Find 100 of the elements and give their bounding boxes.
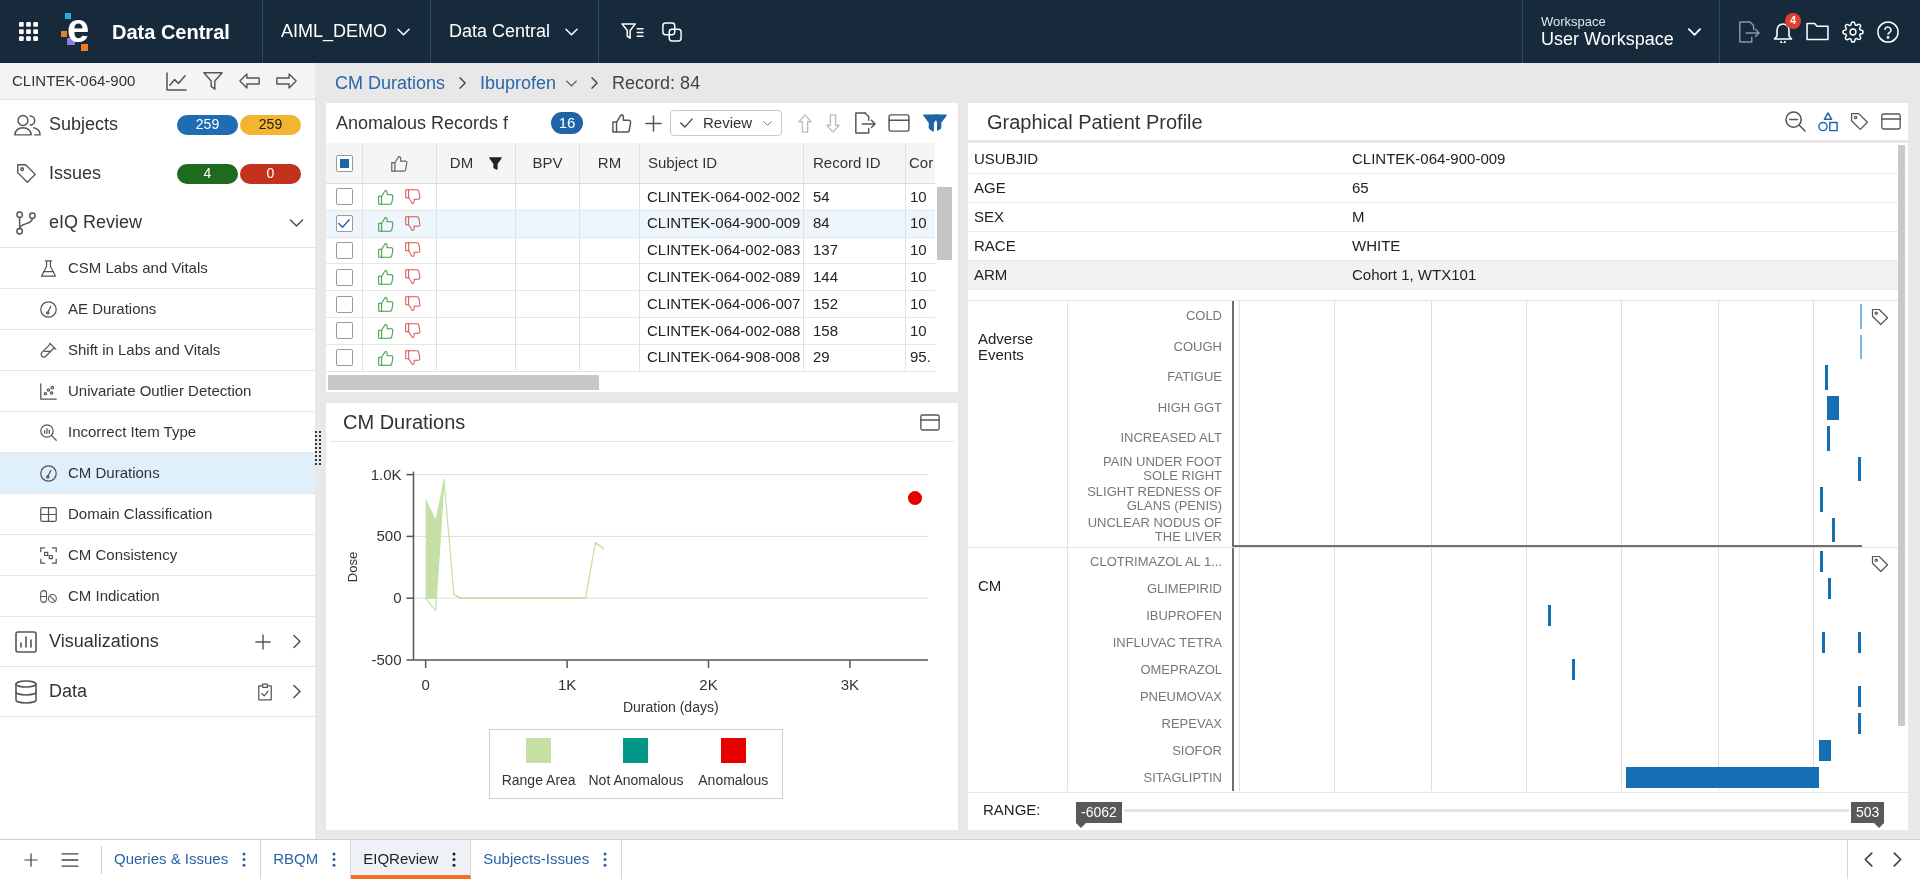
row-checkbox[interactable] (335, 242, 353, 259)
more-icon[interactable] (603, 852, 608, 867)
table-row[interactable]: CLINTEK-064-002-088 158 10 (326, 318, 935, 345)
thumbs-up-icon[interactable] (378, 296, 394, 313)
thumbs-up-icon[interactable] (378, 269, 394, 286)
thumbs-down-icon[interactable] (405, 242, 421, 259)
exit-icon[interactable] (1738, 20, 1760, 43)
event-bar (1825, 365, 1829, 390)
thumbs-up-icon[interactable] (612, 113, 632, 133)
tab[interactable]: Queries & Issues (102, 840, 262, 879)
scrollbar-thumb[interactable] (328, 375, 599, 390)
row-checkbox[interactable] (335, 349, 353, 367)
row-checkbox[interactable] (335, 268, 353, 286)
settings-icon[interactable] (1842, 20, 1864, 43)
breadcrumb-dropdown[interactable]: Ibuprofen (480, 69, 578, 97)
more-icon[interactable] (332, 852, 337, 867)
copy-icon[interactable] (662, 21, 682, 42)
select-all-checkbox[interactable] (335, 154, 353, 172)
panel-layout-icon[interactable] (920, 413, 940, 431)
column-header[interactable]: Cor (906, 143, 935, 183)
table-row[interactable]: CLINTEK-064-908-008 29 95. (326, 344, 935, 372)
panel-layout-icon[interactable] (888, 114, 910, 132)
row-checkbox[interactable] (335, 188, 353, 206)
nav-section[interactable]: Visualizations (14, 628, 159, 655)
column-header[interactable]: DM (437, 143, 516, 183)
column-header[interactable]: RM (580, 143, 640, 183)
more-icon[interactable] (242, 852, 247, 867)
thumbs-up-icon[interactable] (378, 188, 394, 205)
nav-section[interactable]: Data (14, 678, 88, 705)
thumbs-down-icon[interactable] (405, 349, 421, 366)
row-checkbox[interactable] (335, 295, 353, 313)
chevron-left-icon[interactable] (1864, 852, 1873, 867)
column-header[interactable]: Record ID (804, 143, 906, 183)
menu-icon[interactable] (61, 852, 79, 867)
breadcrumb-link[interactable]: CM Durations (335, 69, 446, 97)
help-icon[interactable] (1877, 20, 1899, 43)
table-row[interactable]: CLINTEK-064-002-083 137 10 (326, 237, 935, 265)
more-icon[interactable] (452, 852, 457, 867)
panel-layout-icon[interactable] (1881, 113, 1901, 130)
nav-item[interactable]: CM Durations (0, 453, 315, 494)
scrollbar-thumb[interactable] (937, 187, 952, 260)
filter-list-icon[interactable] (621, 22, 644, 41)
bar-chart-icon (15, 630, 37, 653)
table-cell-text: 10 (909, 267, 928, 288)
field-label: ARM (974, 264, 1009, 285)
plus-icon[interactable] (24, 852, 38, 867)
chevron-right-icon[interactable] (293, 634, 301, 649)
nav-section[interactable]: Subjects (14, 111, 119, 138)
table-row[interactable]: CLINTEK-064-006-007 152 10 (326, 291, 935, 318)
thumbs-down-icon[interactable] (405, 322, 421, 339)
pill-icon (40, 587, 57, 605)
table-row[interactable]: CLINTEK-064-002-002 54 10 (326, 184, 935, 211)
filter-icon[interactable] (923, 113, 947, 133)
thumbs-up-icon[interactable] (378, 349, 394, 366)
grid-menu-icon[interactable] (19, 22, 38, 41)
magnifier-chart-icon (40, 423, 57, 441)
count-badge: 4 (177, 163, 238, 184)
chevron-right-icon[interactable] (293, 684, 301, 699)
table-row[interactable]: CLINTEK-064-900-009 84 10 (326, 210, 935, 238)
thumbs-down-icon[interactable] (405, 215, 421, 232)
plus-icon[interactable] (255, 633, 271, 650)
nav-section[interactable]: Issues (14, 160, 102, 187)
y-tick-label: 1.0K (370, 465, 402, 483)
thumbs-down-icon[interactable] (405, 269, 421, 286)
tag-icon[interactable] (1871, 555, 1889, 573)
arrow-right-icon[interactable] (276, 73, 297, 89)
scrollbar-thumb[interactable] (1898, 145, 1905, 726)
thumbs-down-icon[interactable] (405, 188, 421, 205)
nav-section[interactable]: eIQ Review (14, 209, 143, 236)
chevron-down-icon[interactable] (289, 218, 304, 227)
column-header[interactable]: BPV (516, 143, 580, 183)
thumbs-up-icon[interactable] (391, 154, 408, 172)
shapes-icon[interactable] (1818, 111, 1838, 132)
thumbs-up-icon[interactable] (378, 215, 394, 232)
row-checkbox[interactable] (335, 215, 353, 233)
folder-icon[interactable] (1806, 22, 1829, 41)
x-tick-label: 2K (699, 676, 718, 693)
chevron-right-icon[interactable] (1893, 852, 1902, 867)
thumbs-up-icon[interactable] (378, 242, 394, 259)
splitter-handle[interactable] (315, 431, 321, 465)
tag-icon[interactable] (1850, 112, 1869, 131)
line-chart-icon[interactable] (166, 71, 187, 91)
export-icon[interactable] (854, 112, 876, 134)
thumbs-down-icon[interactable] (405, 296, 421, 313)
zoom-out-icon[interactable] (1785, 111, 1806, 132)
filter-icon[interactable] (203, 71, 223, 91)
thumbs-up-icon[interactable] (378, 322, 394, 339)
plus-icon[interactable] (645, 114, 662, 132)
arrow-left-icon[interactable] (239, 73, 260, 89)
scatter-chart-icon (40, 382, 57, 400)
tab[interactable]: Subjects-Issues (471, 840, 623, 879)
clipboard-check-icon[interactable] (258, 682, 272, 701)
tag-icon[interactable] (1871, 308, 1889, 326)
row-checkbox[interactable] (335, 322, 353, 340)
table-cell: 152 (804, 291, 906, 317)
filter-icon[interactable] (489, 156, 503, 170)
review-dropdown[interactable]: Review (670, 110, 782, 136)
column-header[interactable]: Subject ID (640, 143, 804, 183)
table-row[interactable]: CLINTEK-064-002-089 144 10 (326, 264, 935, 292)
tab[interactable]: EIQReview (351, 840, 472, 879)
